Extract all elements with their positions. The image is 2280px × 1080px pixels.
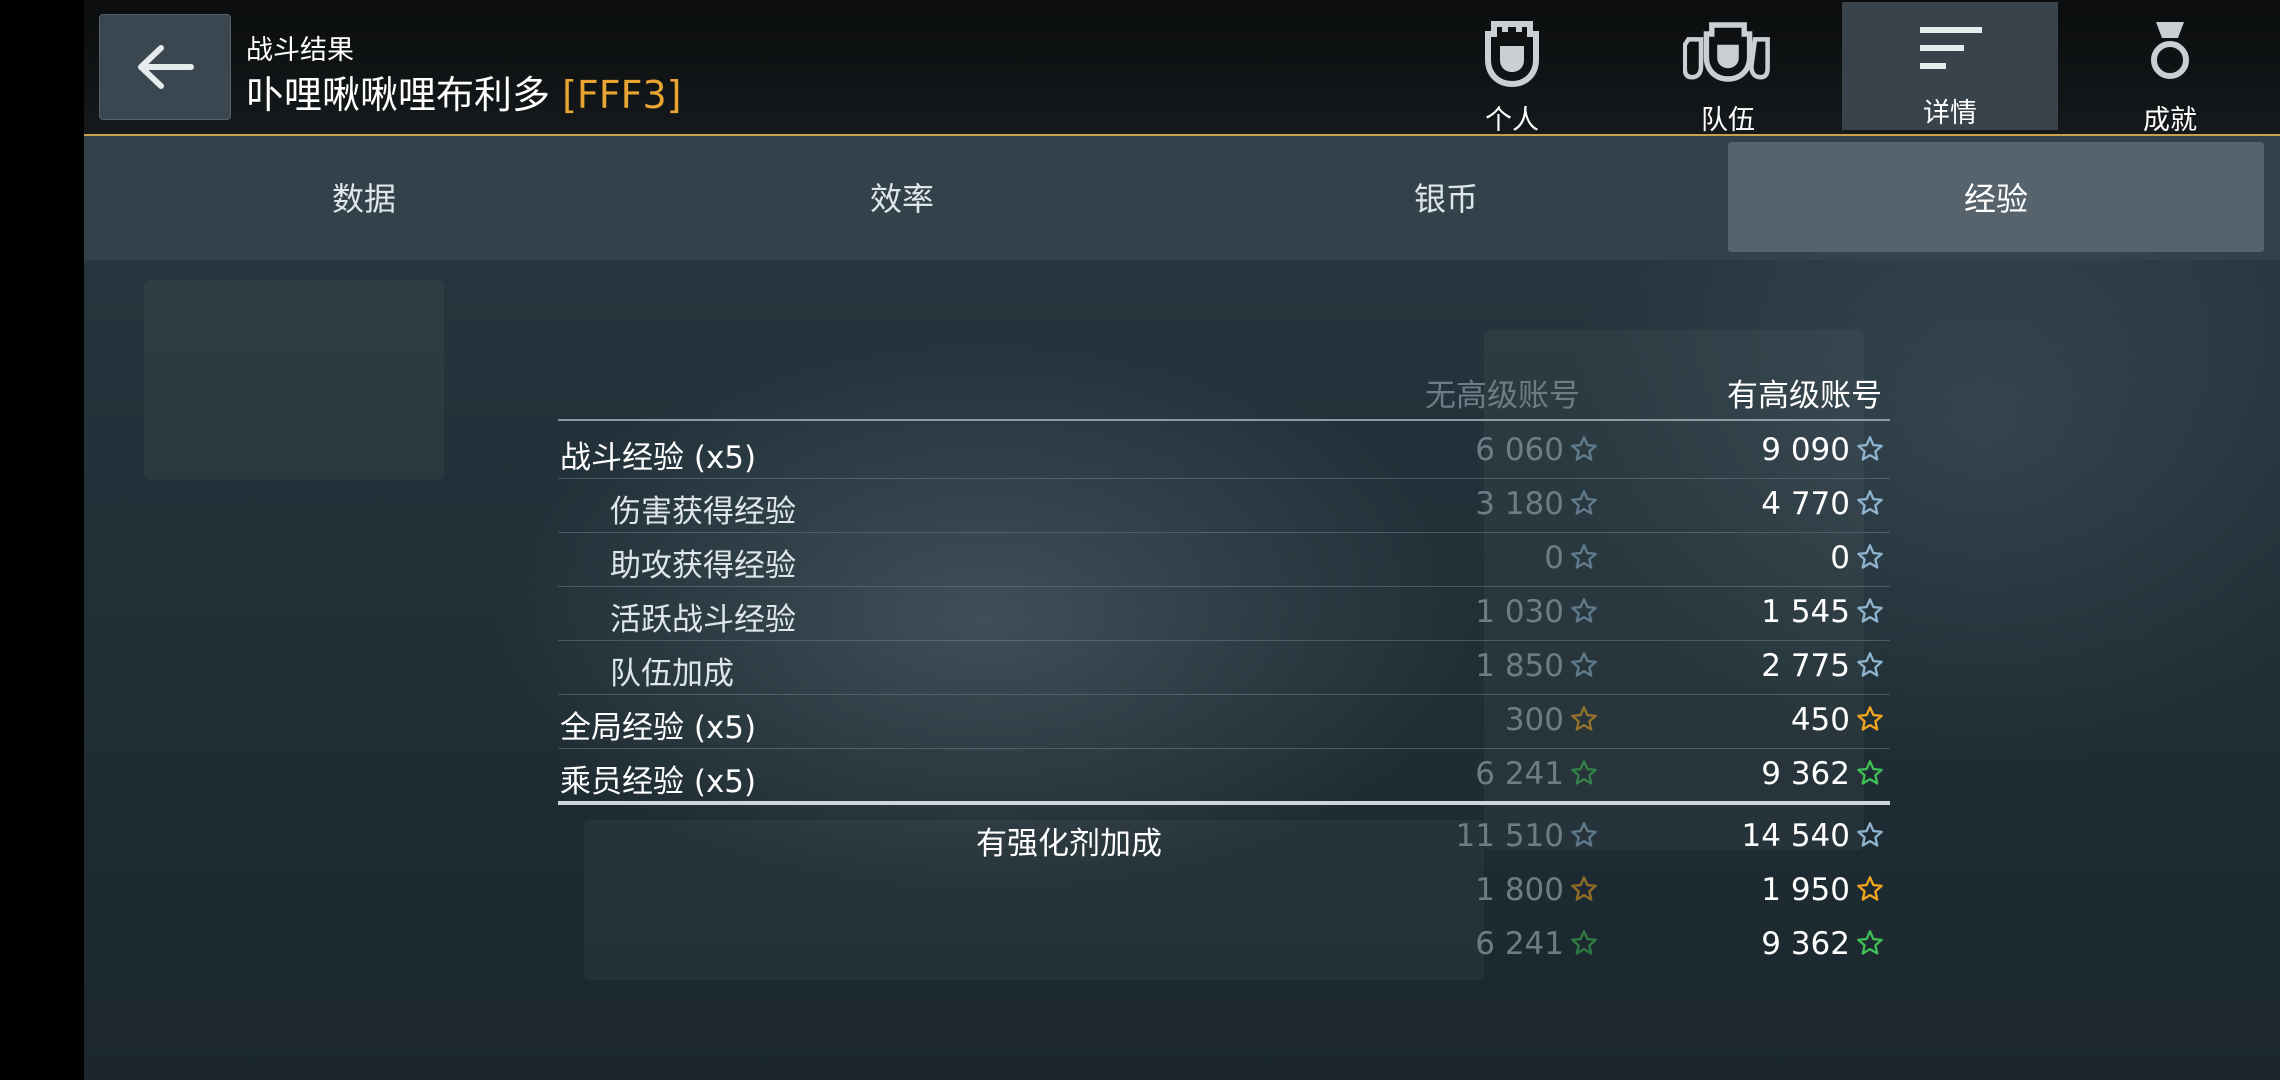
totals-row: 1 800 1 950 bbox=[558, 864, 1890, 918]
table-row: 活跃战斗经验 1 030 1 545 bbox=[558, 586, 1890, 641]
star-icon bbox=[1571, 490, 1597, 515]
value-premium: 4 770 bbox=[1761, 486, 1850, 522]
star-icon bbox=[1857, 876, 1883, 901]
total-premium: 14 540 bbox=[1741, 818, 1850, 854]
star-icon bbox=[1857, 544, 1883, 569]
value-no-premium: 6 060 bbox=[1475, 432, 1564, 468]
sub-tab-bar: 数据 效率 银币 经验 bbox=[84, 136, 2280, 260]
totals-label: 有强化剂加成 bbox=[976, 826, 1162, 862]
star-icon bbox=[1857, 930, 1883, 955]
tab-label: 详情 bbox=[1923, 98, 1977, 129]
tab-personal[interactable]: 个人 bbox=[1404, 2, 1620, 136]
subtab-efficiency[interactable]: 效率 bbox=[634, 142, 1170, 252]
totals-row: 6 241 9 362 bbox=[558, 918, 1890, 972]
column-header-no-premium: 无高级账号 bbox=[1425, 378, 1580, 414]
subtab-stats[interactable]: 数据 bbox=[96, 142, 632, 252]
table-row: 助攻获得经验 0 0 bbox=[558, 532, 1890, 587]
value-no-premium: 300 bbox=[1504, 702, 1564, 738]
value-premium: 450 bbox=[1790, 702, 1850, 738]
column-header-premium: 有高级账号 bbox=[1727, 378, 1882, 414]
clan-tag: [FFF3] bbox=[562, 73, 682, 117]
star-icon bbox=[1571, 822, 1597, 847]
value-premium: 9 362 bbox=[1761, 756, 1850, 792]
top-header: 战斗结果 卟哩啾啾哩布利多 [FFF3] 个人 队伍 详情 成就 bbox=[84, 0, 2280, 136]
total-no-premium: 6 241 bbox=[1475, 926, 1564, 962]
star-icon bbox=[1857, 490, 1883, 515]
screen-title: 战斗结果 bbox=[246, 35, 354, 66]
star-icon bbox=[1857, 436, 1883, 461]
helmet-icon bbox=[1467, 16, 1557, 88]
row-label: 伤害获得经验 bbox=[610, 494, 796, 530]
row-label: 助攻获得经验 bbox=[610, 548, 796, 584]
battle-results-screen: 战斗结果 卟哩啾啾哩布利多 [FFF3] 个人 队伍 详情 成就 数据 效率 银… bbox=[84, 0, 2280, 1080]
star-icon bbox=[1857, 652, 1883, 677]
table-row: 全局经验 (x5) 300 450 bbox=[558, 694, 1890, 749]
tab-label: 个人 bbox=[1485, 105, 1539, 136]
tab-label: 队伍 bbox=[1701, 105, 1755, 136]
table-row: 战斗经验 (x5) 6 060 9 090 bbox=[558, 424, 1890, 479]
subtab-experience[interactable]: 经验 bbox=[1728, 142, 2264, 252]
team-helmets-icon bbox=[1683, 16, 1773, 88]
value-premium: 1 545 bbox=[1761, 594, 1850, 630]
tab-team[interactable]: 队伍 bbox=[1620, 2, 1836, 136]
star-icon bbox=[1571, 652, 1597, 677]
player-name-line: 卟哩啾啾哩布利多 [FFF3] bbox=[246, 64, 682, 119]
row-label: 全局经验 (x5) bbox=[560, 710, 757, 746]
star-icon bbox=[1857, 598, 1883, 623]
star-icon bbox=[1571, 436, 1597, 461]
total-premium: 1 950 bbox=[1761, 872, 1850, 908]
value-no-premium: 0 bbox=[1544, 540, 1564, 576]
value-no-premium: 6 241 bbox=[1475, 756, 1564, 792]
row-label: 战斗经验 (x5) bbox=[560, 440, 757, 476]
star-icon bbox=[1571, 760, 1597, 785]
row-label: 活跃战斗经验 bbox=[610, 602, 796, 638]
subtab-silver[interactable]: 银币 bbox=[1178, 142, 1714, 252]
tab-details[interactable]: 详情 bbox=[1842, 2, 2058, 130]
star-icon bbox=[1857, 822, 1883, 847]
value-premium: 0 bbox=[1830, 540, 1850, 576]
header-divider bbox=[558, 419, 1890, 421]
left-black-bar bbox=[0, 0, 84, 1080]
totals-divider bbox=[558, 801, 1890, 805]
total-no-premium: 11 510 bbox=[1455, 818, 1564, 854]
star-icon bbox=[1571, 544, 1597, 569]
star-icon bbox=[1571, 930, 1597, 955]
star-icon bbox=[1857, 706, 1883, 731]
star-icon bbox=[1571, 706, 1597, 731]
table-row: 乘员经验 (x5) 6 241 9 362 bbox=[558, 748, 1890, 803]
value-no-premium: 1 030 bbox=[1475, 594, 1564, 630]
value-premium: 9 090 bbox=[1761, 432, 1850, 468]
back-button[interactable] bbox=[99, 14, 231, 120]
total-no-premium: 1 800 bbox=[1475, 872, 1564, 908]
total-premium: 9 362 bbox=[1761, 926, 1850, 962]
table-row: 伤害获得经验 3 180 4 770 bbox=[558, 478, 1890, 533]
star-icon bbox=[1571, 598, 1597, 623]
row-label: 队伍加成 bbox=[610, 656, 734, 692]
details-lines-icon bbox=[1905, 16, 1995, 81]
tab-achievements[interactable]: 成就 bbox=[2062, 2, 2278, 136]
value-no-premium: 3 180 bbox=[1475, 486, 1564, 522]
totals-row: 有强化剂加成 11 510 14 540 bbox=[558, 810, 1890, 864]
star-icon bbox=[1571, 876, 1597, 901]
back-arrow-icon bbox=[138, 45, 194, 89]
background-scenery bbox=[144, 280, 444, 480]
tab-label: 成就 bbox=[2143, 105, 2197, 136]
player-name: 卟哩啾啾哩布利多 bbox=[246, 73, 551, 117]
row-label: 乘员经验 (x5) bbox=[560, 764, 757, 800]
value-premium: 2 775 bbox=[1761, 648, 1850, 684]
star-icon bbox=[1857, 760, 1883, 785]
value-no-premium: 1 850 bbox=[1475, 648, 1564, 684]
table-row: 队伍加成 1 850 2 775 bbox=[558, 640, 1890, 695]
medal-icon bbox=[2125, 16, 2215, 88]
